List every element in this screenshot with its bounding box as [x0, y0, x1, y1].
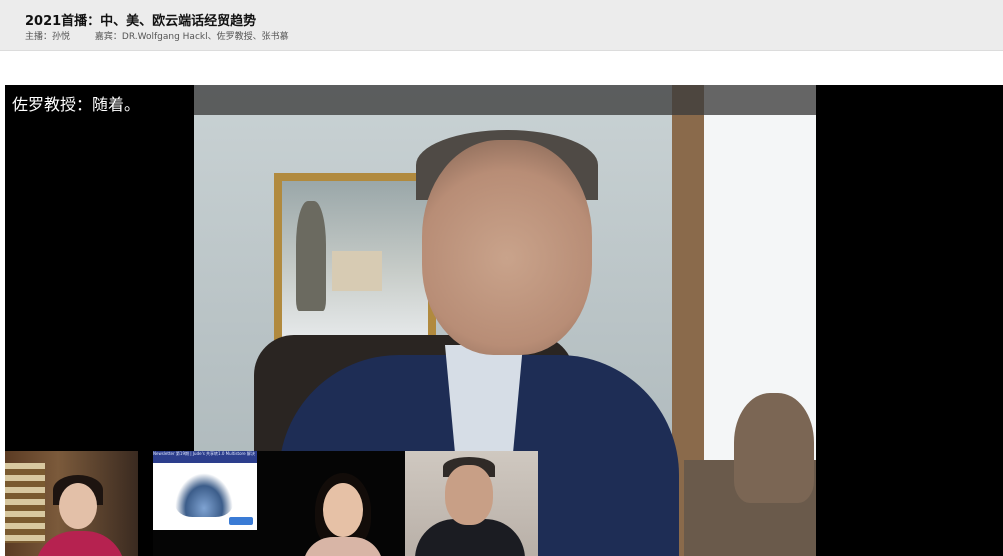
participant-thumbnail-3[interactable]: [405, 451, 538, 556]
speaker-caption: 佐罗教授：随着。: [12, 95, 141, 114]
host-label: 主播：孙悦: [25, 32, 71, 42]
broadcast-meta: 主播：孙悦 嘉宾：DR.Wolfgang Hackl、佐罗教授、张书慕: [25, 29, 289, 42]
speaker-head: [422, 140, 592, 355]
bookshelf: [5, 463, 45, 543]
participant-face: [59, 483, 97, 529]
broadcast-title: 2021首播：中、美、欧云端话经贸趋势: [25, 14, 257, 29]
shared-slide-title: Newsletter 第19期 | Jude's 共享转1.0 Multisto…: [153, 451, 257, 463]
broadcast-header: 2021首播：中、美、欧云端话经贸趋势 主播：孙悦 嘉宾：DR.Wolfgang…: [0, 0, 1003, 51]
shared-slide: Newsletter 第19期 | Jude's 共享转1.0 Multisto…: [153, 451, 257, 530]
participant-clothes: [35, 531, 125, 556]
participant-thumbnail-2[interactable]: Newsletter 第19期 | Jude's 共享转1.0 Multisto…: [153, 451, 405, 556]
stones-image: [175, 473, 233, 517]
elephant-figurine: [734, 393, 814, 503]
top-overlay-band: [194, 85, 816, 115]
painting-tree: [296, 201, 326, 311]
guest-label: 嘉宾：DR.Wolfgang Hackl、佐罗教授、张书慕: [94, 32, 289, 42]
painting-house: [332, 251, 382, 291]
video-stage: 佐罗教授：随着。 Newsletter 第19期 | Jude's 共享转1.0…: [5, 85, 1003, 556]
participant-clothes: [303, 537, 383, 556]
participant-face: [445, 465, 493, 525]
participant-thumbnail-1[interactable]: [5, 451, 138, 556]
participant-face: [323, 483, 363, 537]
slide-logo: [229, 517, 253, 525]
framed-painting: [274, 173, 436, 353]
